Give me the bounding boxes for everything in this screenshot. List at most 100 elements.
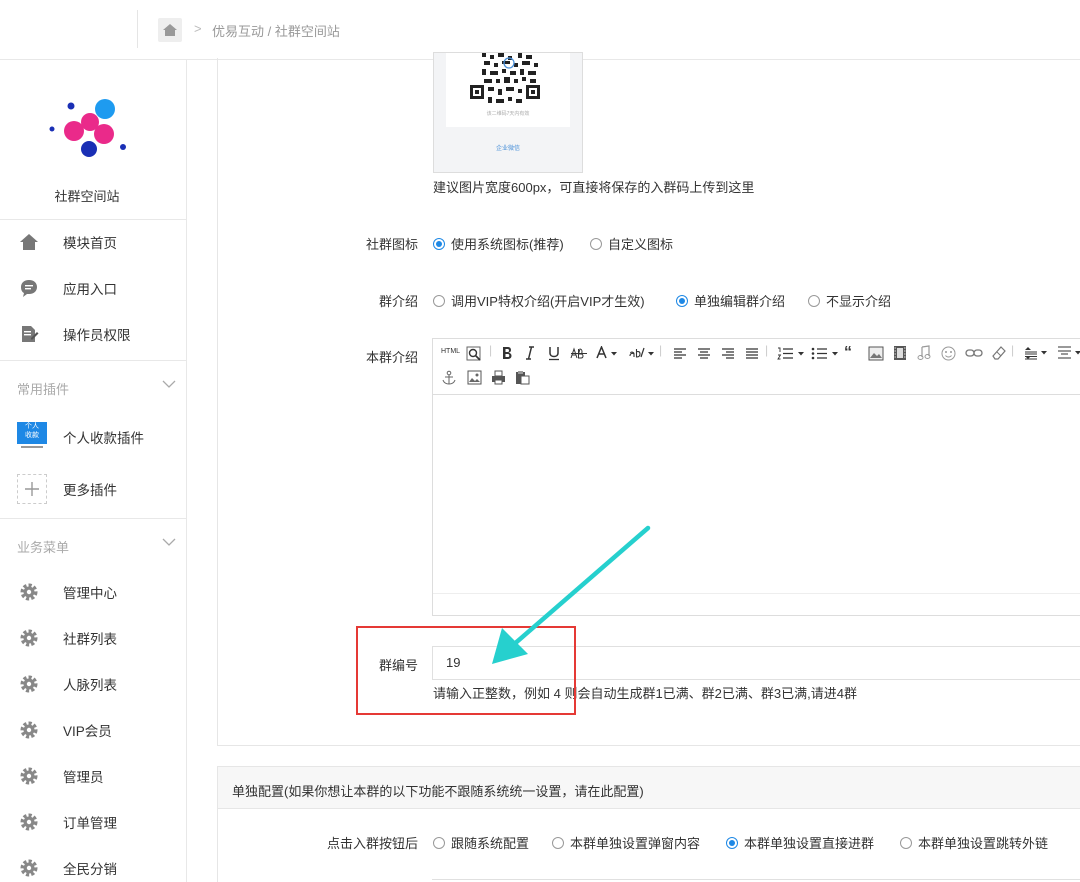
nav-label: 操作员权限 — [63, 328, 131, 343]
divider — [0, 219, 187, 220]
paste-icon[interactable] — [515, 370, 530, 385]
align-justify-icon[interactable] — [745, 348, 759, 359]
nav-label: 管理中心 — [63, 586, 117, 601]
radio-follow-system[interactable]: 跟随系统配置 — [433, 833, 529, 852]
radio-label: 自定义图标 — [608, 237, 674, 252]
ordered-list-icon[interactable] — [777, 347, 805, 360]
nav-item-operator-permissions[interactable]: 操作员权限 — [0, 317, 187, 351]
payment-plugin-icon: 个人 收款 — [17, 422, 47, 452]
radio-label: 本群单独设置跳转外链 — [918, 836, 1049, 851]
radio-label: 本群单独设置弹窗内容 — [570, 836, 701, 851]
separate-config-card: 单独配置(如果你想让本群的以下功能不跟随系统统一设置，请在此配置) — [217, 766, 1080, 882]
radio-external-link[interactable]: 本群单独设置跳转外链 — [900, 833, 1048, 852]
nav-label: 个人收款插件 — [63, 431, 144, 446]
radio-system-icon[interactable]: 使用系统图标(推荐) — [433, 234, 564, 253]
radio-direct-join[interactable]: 本群单独设置直接进群 — [726, 833, 874, 852]
home-icon[interactable] — [158, 18, 182, 42]
align-center-icon[interactable] — [697, 348, 711, 359]
bullet-list-icon[interactable] — [811, 347, 839, 360]
quote-icon[interactable]: “ — [844, 344, 852, 362]
paragraph-spacing-icon[interactable] — [1057, 346, 1080, 360]
this-intro-field-label: 本群介绍 — [365, 350, 418, 365]
nav-item-group-list[interactable]: 社群列表 — [0, 621, 187, 655]
site-logo — [49, 99, 126, 157]
nav-item-vip[interactable]: VIP会员 — [0, 713, 187, 747]
radio-label: 单独编辑群介绍 — [694, 294, 786, 309]
nav-item-home[interactable]: 模块首页 — [0, 225, 187, 259]
divider — [0, 518, 187, 519]
print-icon[interactable] — [491, 370, 506, 385]
radio-vip-intro[interactable]: 调用VIP特权介绍(开启VIP才生效) — [433, 291, 645, 310]
radio-indicator — [726, 836, 738, 849]
separate-config-title: 单独配置(如果你想让本群的以下功能不跟随系统统一设置，请在此配置) — [218, 767, 1080, 809]
strikethrough-icon[interactable] — [570, 347, 588, 359]
insert-image-icon[interactable] — [467, 370, 482, 385]
bold-icon[interactable] — [501, 346, 513, 360]
radio-label: 调用VIP特权介绍(开启VIP才生效) — [451, 294, 645, 309]
intro-field-label: 群介绍 — [378, 294, 418, 309]
nav-label: 模块首页 — [63, 236, 117, 251]
emoji-icon[interactable] — [941, 346, 956, 361]
site-name: 社群空间站 — [54, 189, 120, 204]
preview-icon[interactable] — [466, 346, 482, 362]
nav-item-more-plugins[interactable]: 更多插件 — [0, 472, 187, 506]
qr-code-image[interactable]: 该二维码7天内有效 企业微信 — [433, 52, 583, 173]
anchor-icon[interactable] — [441, 370, 457, 386]
plus-icon — [17, 474, 47, 504]
gear-icon — [18, 581, 40, 603]
nav-label: 订单管理 — [63, 816, 117, 831]
align-left-icon[interactable] — [673, 348, 687, 359]
radio-indicator — [433, 237, 445, 250]
nav-item-contacts-list[interactable]: 人脉列表 — [0, 667, 187, 701]
line-height-icon[interactable] — [1023, 346, 1049, 360]
toolbar-separator: | — [765, 343, 769, 357]
nav-item-orders[interactable]: 订单管理 — [0, 805, 187, 839]
icon-field-label: 社群图标 — [365, 237, 418, 252]
underline-icon[interactable] — [548, 346, 560, 361]
radio-indicator — [433, 836, 445, 849]
radio-indicator — [808, 294, 820, 307]
toolbar-separator: | — [659, 343, 663, 357]
qr-code-icon — [470, 53, 540, 103]
nav-item-app-entry[interactable]: 应用入口 — [0, 271, 187, 305]
music-icon[interactable] — [917, 345, 931, 361]
chevron-down-icon[interactable] — [162, 377, 176, 391]
home-icon — [18, 231, 40, 253]
highlight-icon[interactable] — [629, 346, 655, 360]
radio-popup-content[interactable]: 本群单独设置弹窗内容 — [552, 833, 700, 852]
breadcrumb: 优易互动 / 社群空间站 — [212, 24, 340, 39]
chevron-down-icon[interactable] — [162, 535, 176, 549]
image-icon[interactable] — [868, 346, 884, 361]
qr-hint: 建议图片宽度600px，可直接将保存的入群码上传到这里 — [433, 180, 755, 195]
nav-label: 更多插件 — [63, 483, 117, 498]
nav-label: VIP会员 — [63, 724, 112, 739]
toolbar-separator: | — [489, 343, 493, 357]
radio-separate-intro[interactable]: 单独编辑群介绍 — [676, 291, 785, 310]
radio-label: 跟随系统配置 — [451, 836, 530, 851]
qr-brand-label: 企业微信 — [495, 146, 520, 152]
align-right-icon[interactable] — [721, 348, 735, 359]
link-icon[interactable] — [965, 348, 983, 358]
gear-icon — [18, 811, 40, 833]
video-icon[interactable] — [893, 345, 907, 361]
radio-custom-icon[interactable]: 自定义图标 — [590, 234, 673, 253]
annotation-arrow-icon — [492, 525, 651, 664]
nav-item-admin-center[interactable]: 管理中心 — [0, 575, 187, 609]
top-bar: > 优易互动 / 社群空间站 — [0, 0, 1080, 60]
eraser-icon[interactable] — [991, 345, 1007, 361]
radio-indicator — [590, 237, 602, 250]
nav-item-distribution[interactable]: 全民分销 — [0, 851, 187, 882]
italic-icon[interactable] — [525, 346, 535, 360]
section-title-plugins: 常用插件 — [17, 382, 70, 397]
html-source-icon[interactable]: HTML — [441, 348, 460, 355]
nav-item-admins[interactable]: 管理员 — [0, 759, 187, 793]
nav-label: 社群列表 — [63, 632, 117, 647]
nav-label: 应用入口 — [63, 282, 117, 297]
gear-icon — [18, 719, 40, 741]
section-title-business: 业务菜单 — [17, 540, 70, 555]
radio-no-intro[interactable]: 不显示介绍 — [808, 291, 891, 310]
font-color-icon[interactable] — [596, 346, 618, 360]
radio-indicator — [433, 294, 445, 307]
radio-label: 使用系统图标(推荐) — [451, 237, 564, 252]
nav-item-payment-plugin[interactable]: 个人 收款 个人收款插件 — [0, 420, 187, 454]
